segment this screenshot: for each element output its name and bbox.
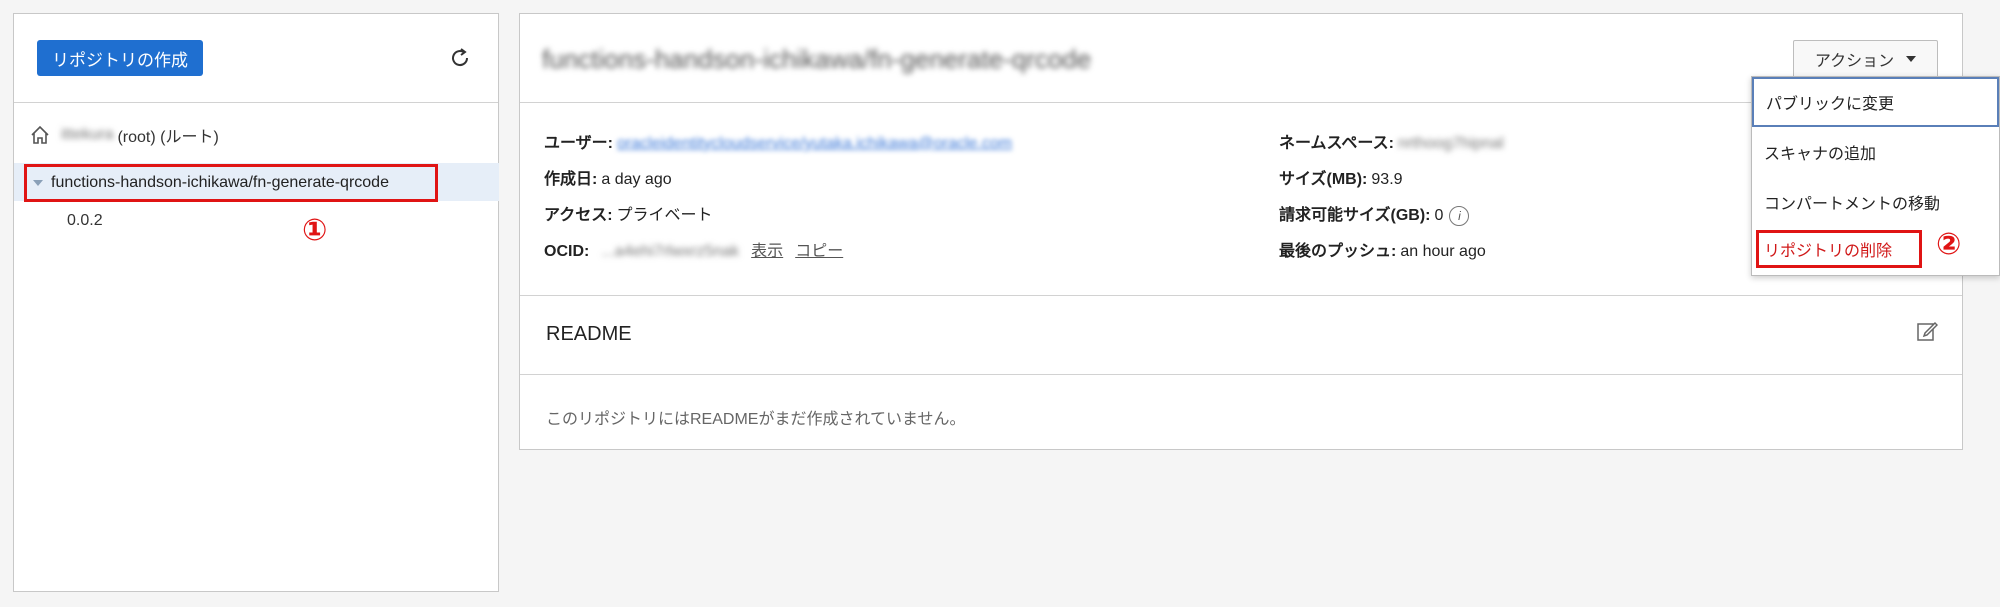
namespace-value: nrthoog7hipnal [1397,135,1504,152]
size-label: サイズ(MB): [1279,171,1368,188]
caret-down-icon [1906,56,1917,62]
menu-item-move-compartment[interactable]: コンパートメントの移動 [1752,177,1999,227]
ocid-row: OCID: ...a4ehi7rlwxrz5nak 表示 コピー [544,234,1012,270]
expand-caret-icon[interactable] [33,180,43,186]
annotation-marker-2: ② [1936,228,1962,261]
info-icon[interactable]: i [1449,206,1470,226]
tree-repo-name: functions-handson-ichikawa/fn-generate-q… [51,174,389,191]
actions-dropdown-menu: パブリックに変更 スキャナの追加 コンパートメントの移動 リポジトリの削除 ② [1751,76,2000,276]
repository-header: functions-handson-ichikawa/fn-generate-q… [520,14,1962,103]
tree-item-image-tag[interactable]: 0.0.2 [67,212,103,230]
repository-details-panel: functions-handson-ichikawa/fn-generate-q… [519,13,1963,450]
ocid-copy-link[interactable]: コピー [795,242,843,262]
billable-size-value: 0 [1434,207,1444,224]
readme-title: README [546,323,632,345]
user-email-link[interactable]: oracleidentitycloudservice/yutaka.ichika… [617,134,1012,154]
readme-header: README [520,295,1962,375]
tree-item-repository[interactable]: functions-handson-ichikawa/fn-generate-q… [24,164,438,202]
user-row: ユーザー: oracleidentitycloudservice/yutaka.… [544,126,1012,162]
edit-icon[interactable] [1916,320,1938,342]
last-push-label: 最後のプッシュ: [1279,243,1397,260]
access-value: プライベート [616,207,713,224]
size-value: 93.9 [1371,171,1403,188]
ocid-label: OCID: [544,243,590,260]
billable-size-label: 請求可能サイズ(GB): [1279,207,1431,224]
last-push-value: an hour ago [1400,243,1486,260]
root-label: (root) (ルート) [117,129,219,146]
access-label: アクセス: [544,207,613,224]
ocid-show-link[interactable]: 表示 [751,242,783,262]
user-label: ユーザー: [544,135,614,152]
actions-label: アクション [1814,53,1895,70]
namespace-label: ネームスペース: [1279,135,1394,152]
created-value: a day ago [601,171,672,188]
created-row: 作成日: a day ago [544,162,1012,198]
delete-highlight-box [1756,230,1922,268]
annotation-marker-1: ① [302,214,328,247]
created-label: 作成日: [544,171,598,188]
access-row: アクセス: プライベート [544,198,1012,234]
repository-tree-panel: リポジトリの作成 ittekura (root) (ルート) functions… [13,13,499,592]
compartment-name: ittekura [61,126,114,143]
details-column-right: ネームスペース: nrthoog7hipnal サイズ(MB): 93.9 請求… [1279,126,1504,270]
home-icon [31,125,49,144]
readme-empty-message: このリポジトリにはREADMEがまだ作成されていません。 [546,411,966,428]
billable-size-row: 請求可能サイズ(GB): 0 i [1279,198,1504,234]
create-repository-button[interactable]: リポジトリの作成 [37,40,203,76]
menu-item-make-public[interactable]: パブリックに変更 [1752,77,1999,127]
repository-title: functions-handson-ichikawa/fn-generate-q… [542,44,1092,74]
namespace-row: ネームスペース: nrthoog7hipnal [1279,126,1504,162]
actions-button[interactable]: アクション [1793,40,1938,78]
refresh-icon[interactable] [448,46,472,70]
ocid-value: ...a4ehi7rlwxrz5nak [601,243,740,260]
size-row: サイズ(MB): 93.9 [1279,162,1504,198]
menu-item-add-scanner[interactable]: スキャナの追加 [1752,127,1999,177]
details-column-left: ユーザー: oracleidentitycloudservice/yutaka.… [544,126,1012,270]
last-push-row: 最後のプッシュ: an hour ago [1279,234,1504,270]
tree-toolbar: リポジトリの作成 [14,14,498,103]
tree-root-compartment[interactable]: ittekura (root) (ルート) [29,121,219,149]
